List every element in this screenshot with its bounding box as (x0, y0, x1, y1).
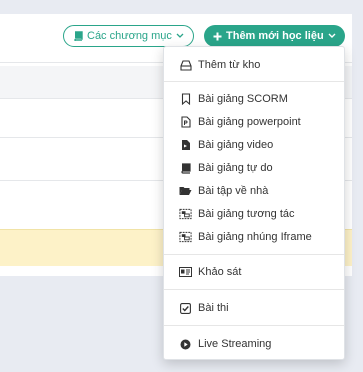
book-icon (73, 31, 83, 41)
menu-item-label: Khảo sát (198, 266, 242, 278)
folder-open-icon (179, 185, 192, 198)
menu-item-survey[interactable]: Khảo sát (164, 262, 344, 282)
menu-item-homework[interactable]: Bài tập về nhà (164, 181, 344, 201)
check-square-icon (179, 302, 192, 315)
chevron-down-icon (176, 33, 184, 39)
add-material-dropdown: Thêm từ kho Bài giảng SCORM Bài giảng po… (163, 46, 345, 360)
menu-item-label: Bài thi (198, 302, 229, 314)
menu-item-scorm[interactable]: Bài giảng SCORM (164, 89, 344, 109)
chevron-down-icon (328, 33, 336, 39)
menu-item-video[interactable]: Bài giảng video (164, 135, 344, 155)
menu-divider (164, 81, 344, 82)
menu-item-label: Bài giảng video (198, 139, 274, 151)
menu-item-label: Live Streaming (198, 338, 272, 350)
menu-item-powerpoint[interactable]: Bài giảng powerpoint (164, 112, 344, 132)
menu-item-label: Bài giảng SCORM (198, 93, 288, 105)
menu-divider (164, 289, 344, 290)
object-group-icon (179, 208, 192, 221)
menu-item-label: Bài giảng tự do (198, 162, 273, 174)
menu-item-label: Bài giảng nhúng Iframe (198, 231, 312, 243)
menu-item-iframe[interactable]: Bài giảng nhúng Iframe (164, 227, 344, 247)
menu-item-label: Bài giảng powerpoint (198, 116, 301, 128)
menu-item-add-from-storage[interactable]: Thêm từ kho (164, 55, 344, 75)
file-video-icon (179, 139, 192, 152)
drive-icon (179, 59, 192, 72)
menu-item-label: Thêm từ kho (198, 59, 261, 71)
menu-divider (164, 325, 344, 326)
add-material-button[interactable]: Thêm mới học liệu (204, 25, 345, 47)
menu-item-label: Bài giảng tương tác (198, 208, 295, 220)
add-material-button-label: Thêm mới học liệu (226, 30, 324, 42)
menu-item-exam[interactable]: Bài thi (164, 298, 344, 318)
menu-divider (164, 254, 344, 255)
menu-item-interactive[interactable]: Bài giảng tương tác (164, 204, 344, 224)
object-group-icon (179, 231, 192, 244)
book-icon (179, 162, 192, 175)
bookmark-icon (179, 93, 192, 106)
menu-item-free-lecture[interactable]: Bài giảng tự do (164, 158, 344, 178)
file-powerpoint-icon (179, 116, 192, 129)
id-card-icon (179, 266, 192, 279)
play-circle-icon (179, 338, 192, 351)
plus-icon (213, 32, 222, 41)
menu-item-live-streaming[interactable]: Live Streaming (164, 334, 344, 354)
categories-button[interactable]: Các chương mục (63, 25, 194, 47)
menu-item-label: Bài tập về nhà (198, 185, 269, 197)
categories-button-label: Các chương mục (87, 30, 172, 42)
